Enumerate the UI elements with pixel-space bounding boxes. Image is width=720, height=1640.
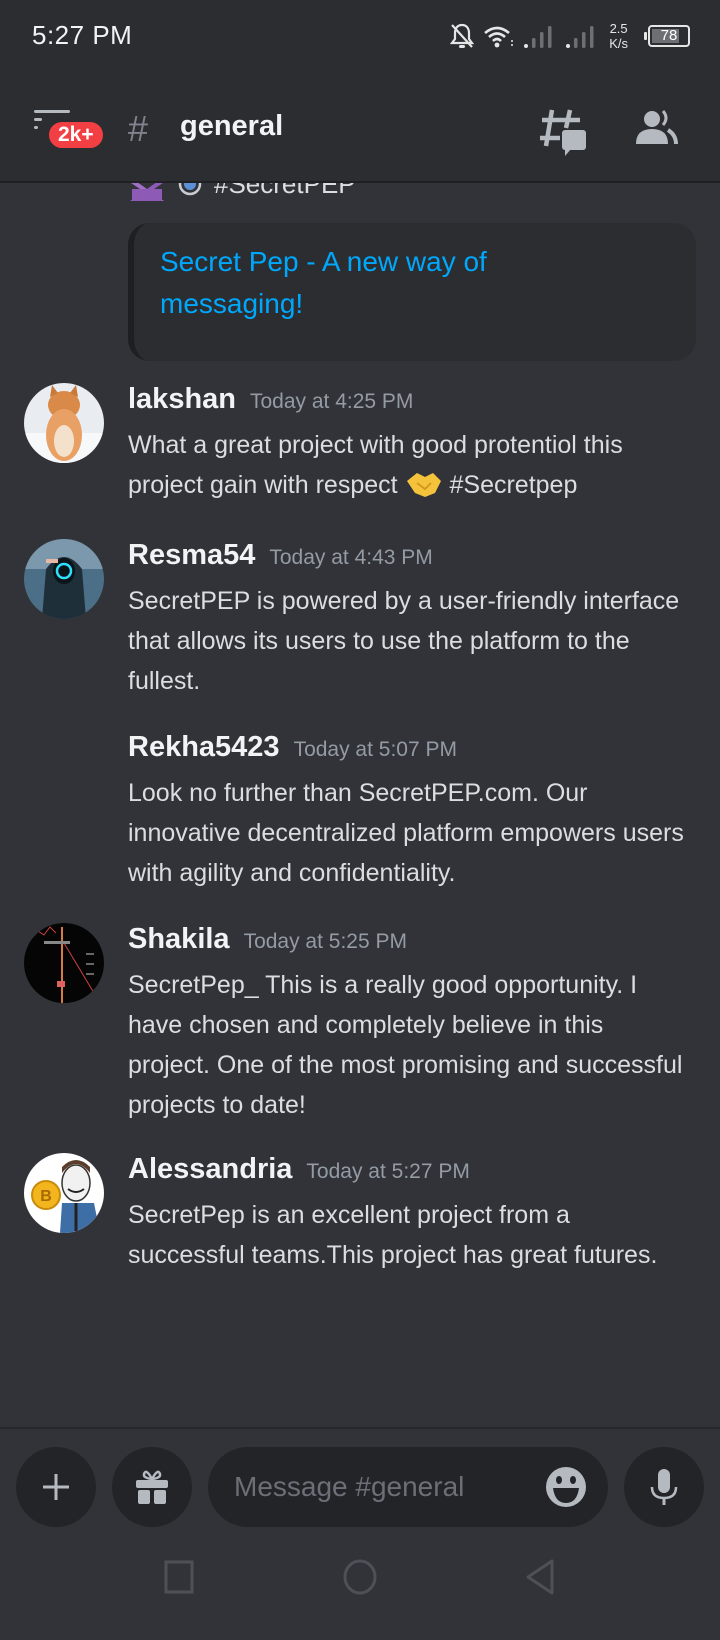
no-gesture-emoji-icon (130, 183, 164, 201)
system-nav-bar (0, 1530, 720, 1640)
menu-button[interactable]: 2k+ (34, 108, 106, 158)
message-input-container (208, 1447, 608, 1527)
message-header: Rekha5423 Today at 5:07 PM (128, 731, 457, 764)
plus-icon (43, 1474, 69, 1500)
threads-icon (540, 109, 586, 156)
battery-level: 78 (660, 27, 678, 44)
embed-hashtag[interactable]: #SecretPEP (214, 183, 356, 200)
embed-source: #SecretPEP (128, 183, 356, 201)
members-icon (636, 110, 678, 145)
message-timestamp: Today at 5:07 PM (293, 738, 457, 761)
gift-button[interactable] (112, 1447, 192, 1527)
emoji-button[interactable] (544, 1465, 588, 1509)
embed-title-link[interactable]: Secret Pep - A new way of messaging! (160, 241, 560, 325)
status-icons: 2.5 K/s 78 (449, 18, 690, 54)
channel-title[interactable]: general (180, 110, 283, 143)
message-author[interactable]: Rekha5423 (128, 731, 280, 764)
message-header: lakshan Today at 4:25 PM (128, 383, 413, 416)
back-button[interactable] (515, 1552, 565, 1602)
threads-button[interactable] (540, 106, 590, 156)
message-header: Resma54 Today at 4:43 PM (128, 539, 433, 572)
message-text: What a great project with good protentio… (128, 425, 688, 505)
message-timestamp: Today at 4:43 PM (269, 546, 433, 569)
avatar[interactable] (24, 539, 104, 619)
voice-message-button[interactable] (624, 1447, 704, 1527)
message-input[interactable] (234, 1447, 524, 1527)
home-button[interactable] (335, 1552, 385, 1602)
emoji-icon (546, 1467, 586, 1507)
shield-icon (178, 183, 202, 196)
message-author[interactable]: Shakila (128, 923, 230, 956)
attach-button[interactable] (16, 1447, 96, 1527)
message-header: Alessandria Today at 5:27 PM (128, 1153, 470, 1186)
avatar[interactable]: B (24, 1153, 104, 1233)
recents-button[interactable] (155, 1552, 205, 1602)
link-embed: Secret Pep - A new way of messaging! (128, 223, 696, 361)
back-icon (526, 1559, 554, 1595)
message-timestamp: Today at 5:27 PM (306, 1160, 470, 1183)
recents-icon (164, 1560, 194, 1594)
message-text: SecretPep_ This is a really good opportu… (128, 971, 683, 1119)
message-list[interactable]: #SecretPEP Secret Pep - A new way of mes… (0, 183, 720, 1427)
cat-avatar-icon (24, 383, 104, 463)
message-header: Shakila Today at 5:25 PM (128, 923, 407, 956)
message-composer (0, 1427, 720, 1530)
chart-avatar-icon (24, 923, 104, 1003)
notification-badge: 2k+ (46, 119, 106, 151)
channel-hash-icon: # (128, 108, 149, 149)
message-text: SecretPEP is powered by a user-friendly … (128, 587, 680, 695)
wifi-icon (484, 26, 514, 48)
message-author[interactable]: Resma54 (128, 539, 255, 572)
status-bar: 5:27 PM 2.5 K/s 78 (0, 0, 720, 80)
avatar[interactable] (24, 923, 104, 1003)
channel-header: 2k+ # general (0, 80, 720, 183)
message-author[interactable]: lakshan (128, 383, 236, 416)
microphone-icon (650, 1469, 678, 1505)
members-button[interactable] (636, 108, 680, 152)
avatar[interactable] (24, 383, 104, 463)
bell-off-icon (450, 23, 475, 48)
home-icon (343, 1559, 377, 1595)
message-timestamp: Today at 4:25 PM (250, 390, 414, 413)
message-text: SecretPep is an excellent project from a… (128, 1201, 658, 1269)
message-timestamp: Today at 5:25 PM (243, 930, 407, 953)
message-author[interactable]: Alessandria (128, 1153, 292, 1186)
network-speed-value: 2.5 (609, 21, 628, 36)
svg-text:B: B (40, 1188, 52, 1205)
network-speed-unit: K/s (609, 36, 628, 51)
battery-icon: 78 (644, 25, 690, 47)
network-speed: 2.5 K/s (609, 21, 628, 51)
hooded-figure-avatar-icon (24, 539, 104, 619)
handshake-emoji-icon (406, 473, 441, 497)
signal-icon (566, 26, 594, 48)
signal-icon (524, 26, 552, 48)
bitcoin-man-avatar-icon: B (24, 1153, 104, 1233)
status-time: 5:27 PM (32, 20, 133, 50)
message-text: Look no further than SecretPEP.com. Our … (128, 779, 684, 887)
message-hashtag: #Secretpep (442, 471, 578, 499)
gift-icon (136, 1470, 168, 1504)
